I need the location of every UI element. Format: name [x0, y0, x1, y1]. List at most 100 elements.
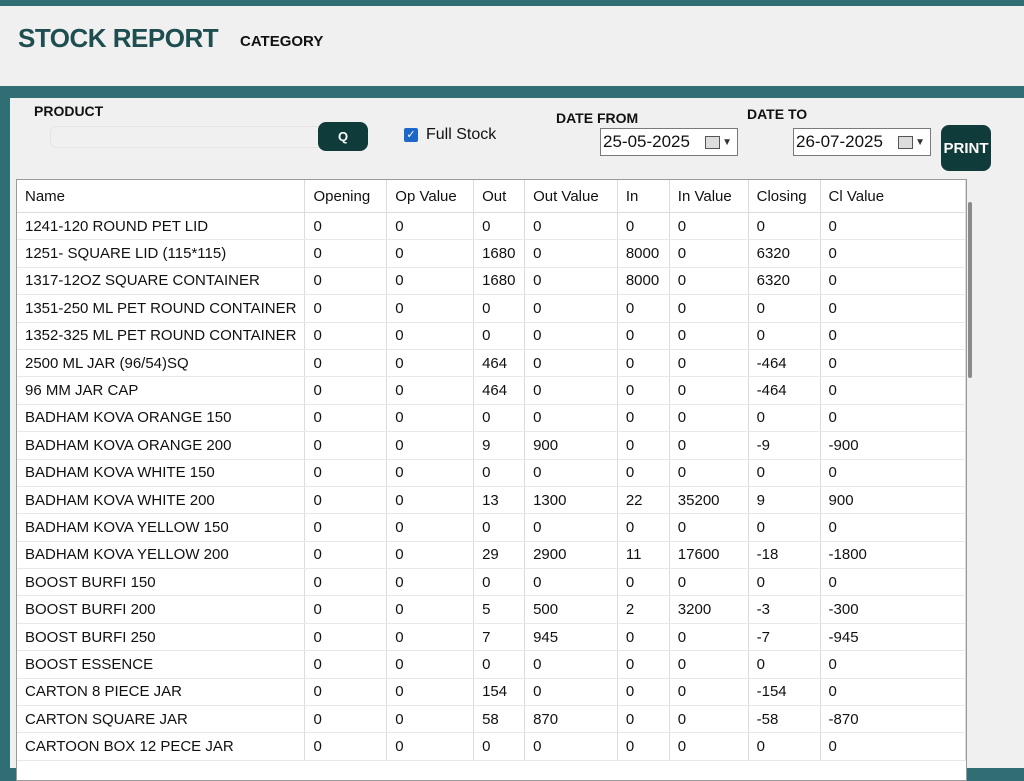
table-cell: 0 — [304, 239, 388, 268]
table-row[interactable]: 1251- SQUARE LID (115*115) 0 0 1680 0 8000 0 63… — [17, 239, 966, 268]
table-cell: 0 — [748, 650, 821, 679]
date-from-picker[interactable]: 25-05-2025 ▼ — [600, 128, 738, 156]
table-row[interactable]: BADHAM KOVA WHITE 150 0 0 0 0 0 0 0 0 — [17, 459, 966, 487]
table-cell: 0 — [524, 212, 618, 241]
table-cell: 0 — [386, 595, 475, 624]
table-cell: 0 — [820, 459, 966, 487]
table-cell: -9 — [748, 431, 821, 460]
table-cell: 22 — [617, 486, 670, 515]
table-row[interactable]: CARTON 8 PIECE JAR 0 0 154 0 0 0 -154 0 — [17, 678, 966, 707]
table-cell: 0 — [820, 322, 966, 350]
chevron-down-icon[interactable]: ▼ — [722, 137, 732, 148]
table-cell: 0 — [669, 623, 749, 652]
table-row[interactable]: BADHAM KOVA YELLOW 150 0 0 0 0 0 0 0 0 — [17, 513, 966, 542]
column-header-out-value[interactable]: Out Value — [524, 180, 618, 213]
table-cell: 0 — [524, 239, 618, 268]
table-cell: 6320 — [748, 267, 821, 296]
chevron-down-icon[interactable]: ▼ — [915, 137, 925, 148]
table-cell: 0 — [669, 568, 749, 597]
table-cell: 0 — [386, 513, 475, 542]
table-cell: 11 — [617, 541, 670, 570]
table-cell: 0 — [820, 678, 966, 707]
print-button[interactable]: PRINT — [941, 125, 991, 171]
table-cell: 0 — [386, 212, 475, 241]
table-cell: 0 — [748, 322, 821, 350]
table-cell: -464 — [748, 349, 821, 378]
table-cell: 0 — [524, 267, 618, 296]
column-header-opening[interactable]: Opening — [304, 180, 388, 213]
table-row[interactable]: BADHAM KOVA ORANGE 200 0 0 9 900 0 0 -9 -900 — [17, 431, 966, 460]
column-header-name[interactable]: Name — [17, 180, 306, 213]
table-cell: 0 — [617, 732, 670, 761]
table-cell: -18 — [748, 541, 821, 570]
column-header-op-value[interactable]: Op Value — [386, 180, 475, 213]
column-header-in[interactable]: In — [617, 180, 670, 213]
table-header-row: Name Opening Op Value Out Out Value In I… — [17, 180, 966, 213]
table-row[interactable]: BOOST BURFI 250 0 0 7 945 0 0 -7 -945 — [17, 623, 966, 652]
table-row[interactable]: CARTON SQUARE JAR 0 0 58 870 0 0 -58 -870 — [17, 705, 966, 734]
table-row[interactable]: BOOST BURFI 200 0 0 5 500 2 3200 -3 -300 — [17, 595, 966, 624]
table-row[interactable]: BADHAM KOVA YELLOW 200 0 0 29 2900 11 17600 -18… — [17, 541, 966, 570]
stock-grid[interactable]: Name Opening Op Value Out Out Value In I… — [16, 179, 967, 781]
full-stock-checkbox[interactable]: ✓ — [404, 128, 418, 142]
table-cell: 0 — [304, 486, 388, 515]
table-cell: BADHAM KOVA YELLOW 150 — [17, 513, 306, 542]
table-cell: 0 — [386, 431, 475, 460]
table-row[interactable]: 1317-12OZ SQUARE CONTAINER 0 0 1680 0 8000 0 63… — [17, 267, 966, 296]
table-cell: 0 — [386, 541, 475, 570]
table-cell: 1352-325 ML PET ROUND CONTAINER — [17, 322, 306, 350]
table-cell: CARTON 8 PIECE JAR — [17, 678, 306, 707]
table-cell: 0 — [473, 513, 526, 542]
table-cell: 0 — [304, 541, 388, 570]
table-cell: 0 — [386, 568, 475, 597]
table-cell: 0 — [304, 678, 388, 707]
table-row[interactable]: 96 MM JAR CAP 0 0 464 0 0 0 -464 0 — [17, 376, 966, 405]
table-cell: 0 — [820, 267, 966, 296]
table-cell: 0 — [473, 732, 526, 761]
table-cell: 0 — [386, 239, 475, 268]
table-cell: 0 — [748, 568, 821, 597]
date-to-picker[interactable]: 26-07-2025 ▼ — [793, 128, 931, 156]
table-cell: 0 — [473, 294, 526, 323]
table-cell: 0 — [669, 459, 749, 487]
table-cell: 8000 — [617, 267, 670, 296]
table-cell: 0 — [524, 459, 618, 487]
table-cell: 0 — [820, 294, 966, 323]
table-row[interactable]: BADHAM KOVA ORANGE 150 0 0 0 0 0 0 0 0 — [17, 404, 966, 433]
table-cell: 0 — [304, 431, 388, 460]
table-row[interactable]: BADHAM KOVA WHITE 200 0 0 13 1300 22 35200 9 900 — [17, 486, 966, 515]
table-cell: 0 — [820, 404, 966, 433]
table-row[interactable]: 2500 ML JAR (96/54)SQ 0 0 464 0 0 0 -464 0 — [17, 349, 966, 378]
table-cell: 0 — [617, 568, 670, 597]
table-cell: 0 — [386, 322, 475, 350]
table-row[interactable]: BOOST ESSENCE 0 0 0 0 0 0 0 0 — [17, 650, 966, 679]
date-from-label: DATE FROM — [556, 110, 639, 126]
category-label[interactable]: CATEGORY — [240, 33, 323, 50]
column-header-cl-value[interactable]: Cl Value — [820, 180, 966, 213]
vertical-scrollbar[interactable] — [968, 202, 972, 378]
table-row[interactable]: 1241-120 ROUND PET LID 0 0 0 0 0 0 0 0 — [17, 212, 966, 241]
table-cell: 7 — [473, 623, 526, 652]
table-cell: 0 — [669, 650, 749, 679]
full-stock-option[interactable]: ✓ Full Stock — [404, 126, 496, 144]
table-row[interactable]: 1352-325 ML PET ROUND CONTAINER 0 0 0 0 0 0 0 0 — [17, 322, 966, 350]
table-row[interactable]: BOOST BURFI 150 0 0 0 0 0 0 0 0 — [17, 568, 966, 597]
table-row[interactable]: CARTOON BOX 12 PECE JAR 0 0 0 0 0 0 0 0 — [17, 732, 966, 761]
table-cell: 0 — [820, 732, 966, 761]
table-cell: 0 — [386, 459, 475, 487]
table-cell: BOOST ESSENCE — [17, 650, 306, 679]
table-cell: 0 — [524, 294, 618, 323]
table-cell: 0 — [386, 349, 475, 378]
column-header-out[interactable]: Out — [473, 180, 526, 213]
product-input[interactable] — [50, 126, 324, 148]
table-cell: 9 — [473, 431, 526, 460]
table-cell: 0 — [304, 404, 388, 433]
column-header-closing[interactable]: Closing — [748, 180, 821, 213]
table-cell: 0 — [669, 267, 749, 296]
table-cell: 3200 — [669, 595, 749, 624]
table-cell: 0 — [524, 376, 618, 405]
table-cell: 0 — [617, 376, 670, 405]
table-row[interactable]: 1351-250 ML PET ROUND CONTAINER 0 0 0 0 0 0 0 0 — [17, 294, 966, 323]
column-header-in-value[interactable]: In Value — [669, 180, 749, 213]
search-button[interactable]: Q — [318, 122, 368, 151]
